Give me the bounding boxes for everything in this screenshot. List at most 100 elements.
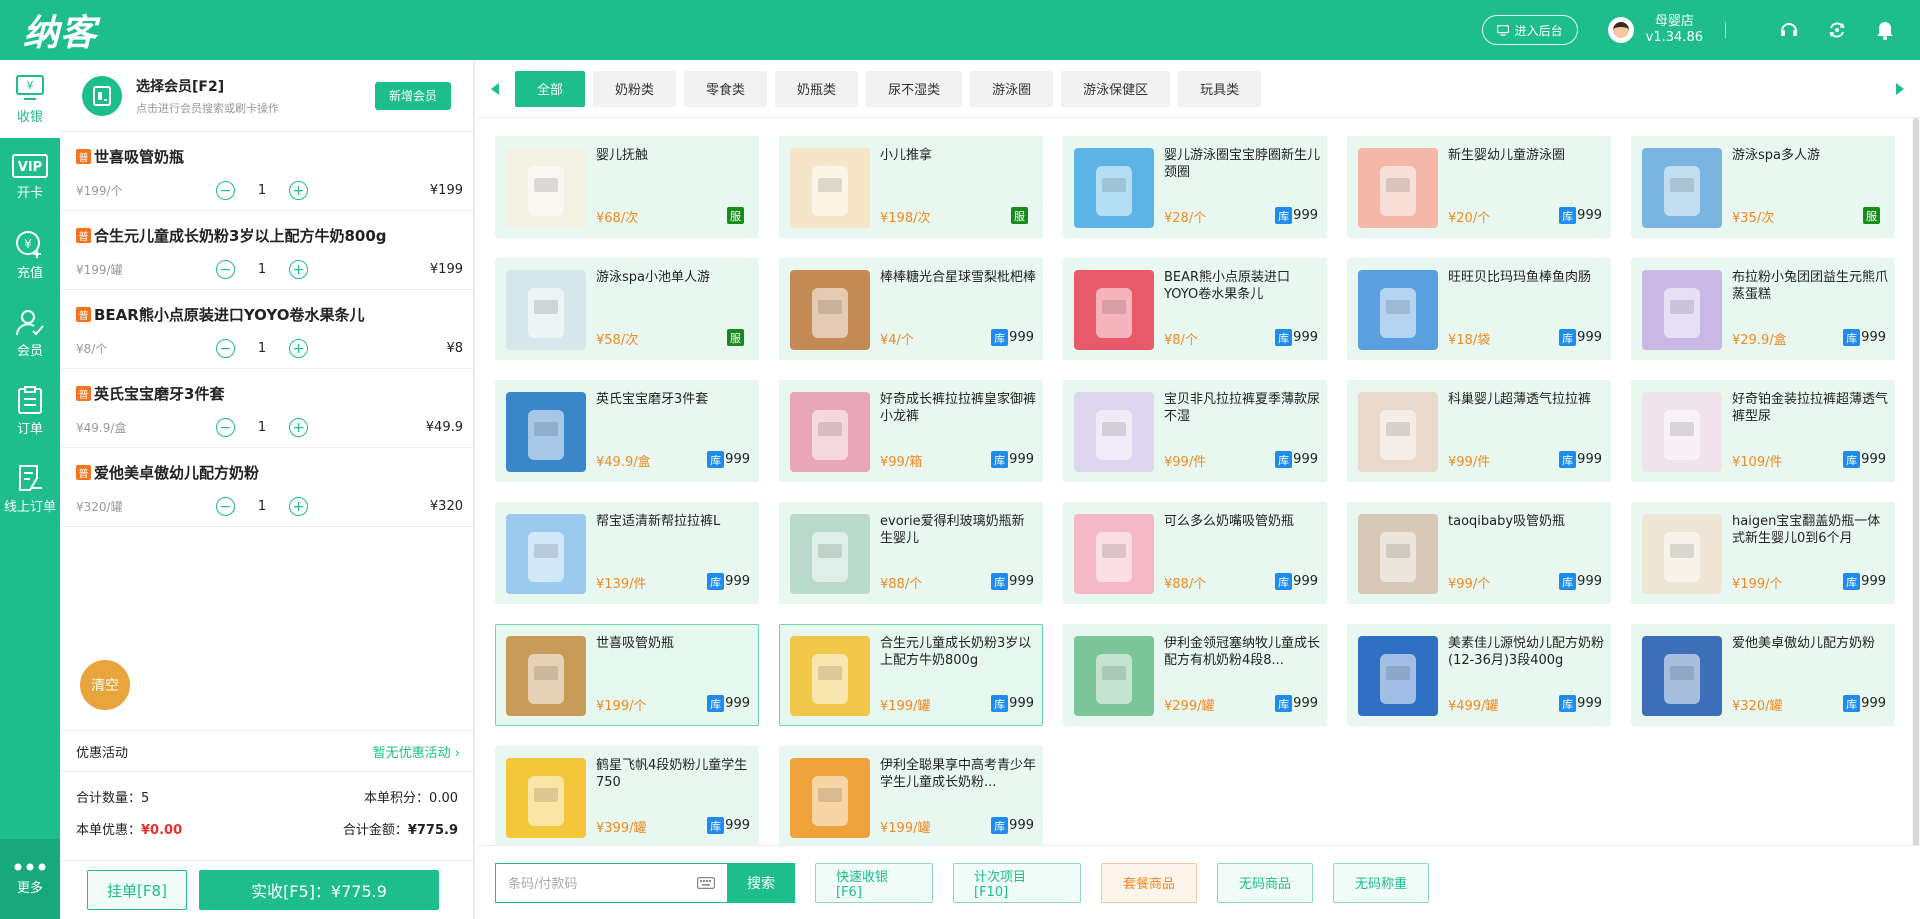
product-card[interactable]: 婴儿抚触 ¥68/次 服 [495, 136, 759, 238]
product-card[interactable]: 棒棒糖光合星球雪梨枇杷棒 ¥4/个 库 999 [779, 258, 1043, 360]
product-card[interactable]: 旺旺贝比玛玛鱼棒鱼肉肠 ¥18/袋 库 999 [1347, 258, 1611, 360]
cart-item[interactable]: 普 合生元儿童成长奶粉3岁以上配方牛奶800g ¥199/罐 − 1 + ¥19… [60, 211, 473, 290]
nav-item-member[interactable]: 会员 [0, 294, 60, 372]
minus-icon[interactable]: − [216, 260, 235, 279]
product-card[interactable]: 鹤星飞帆4段奶粉儿童学生750 ¥399/罐 库 999 [495, 746, 759, 848]
product-card[interactable]: taoqibaby吸管奶瓶 ¥99/个 库 999 [1347, 502, 1611, 604]
clear-cart-button[interactable]: 清空 [80, 660, 130, 710]
cart-item-qty[interactable]: 1 [235, 341, 289, 356]
product-card[interactable]: 英氏宝宝磨牙3件套 ¥49.9/盒 库 999 [495, 380, 759, 482]
nav-item-open-card[interactable]: VIP 开卡 [0, 138, 60, 216]
search-button[interactable]: 搜索 [727, 862, 795, 903]
cart-item-qty[interactable]: 1 [235, 183, 289, 198]
product-image [506, 758, 586, 838]
category-tab[interactable]: 零食类 [684, 70, 768, 107]
cart-item-qty[interactable]: 1 [235, 499, 289, 514]
product-card[interactable]: evorie爱得利玻璃奶瓶新生婴儿 ¥88/个 库 999 [779, 502, 1043, 604]
product-card[interactable]: 婴儿游泳圈宝宝脖圈新生儿颈圈 ¥28/个 库 999 [1063, 136, 1327, 238]
nav-item-orders[interactable]: 订单 [0, 372, 60, 450]
total-amount: ¥775.9 [407, 822, 458, 838]
product-card[interactable]: BEAR熊小点原装进口YOYO卷水果条儿 ¥8/个 库 999 [1063, 258, 1327, 360]
product-image [1358, 148, 1438, 228]
product-card[interactable]: 布拉粉小兔团团益生元熊爪蒸蛋糕 ¥29.9/盒 库 999 [1631, 258, 1895, 360]
cart-item[interactable]: 普 英氏宝宝磨牙3件套 ¥49.9/盒 − 1 + ¥49.9 [60, 369, 473, 448]
stock-count: 999 [1293, 574, 1318, 589]
plus-icon[interactable]: + [289, 497, 308, 516]
minus-icon[interactable]: − [216, 339, 235, 358]
product-card[interactable]: haigen宝宝翻盖奶瓶一体式新生婴儿0到6个月 ¥199/个 库 999 [1631, 502, 1895, 604]
product-price: ¥99/件 [1164, 455, 1207, 470]
plus-icon[interactable]: + [289, 418, 308, 437]
member-selector[interactable]: 选择会员[F2] 点击进行会员搜索或刷卡操作 新增会员 [60, 60, 473, 132]
category-tab[interactable]: 奶瓶类 [775, 70, 859, 107]
package-goods-button[interactable]: 套餐商品 [1101, 862, 1197, 903]
stock-badge: 库 999 [1559, 451, 1602, 468]
product-card[interactable]: 合生元儿童成长奶粉3岁以上配方牛奶800g ¥199/罐 库 999 [779, 624, 1043, 726]
sync-icon[interactable] [1826, 19, 1848, 41]
product-card[interactable]: 好奇成长裤拉拉裤皇家御裤小龙裤 ¥99/箱 库 999 [779, 380, 1043, 482]
product-card[interactable]: 伊利金领冠塞纳牧儿童成长配方有机奶粉4段8... ¥299/罐 库 999 [1063, 624, 1327, 726]
quick-checkout-button[interactable]: 快速收银[F6] [815, 862, 933, 903]
service-badge: 服 [1011, 207, 1028, 224]
headset-icon[interactable] [1778, 19, 1800, 41]
cart-item-qty[interactable]: 1 [235, 262, 289, 277]
checkout-button[interactable]: 实收[F5]：¥775.9 [199, 870, 439, 910]
product-card[interactable]: 伊利全聪果享中高考青少年学生儿童成长奶粉... ¥199/罐 库 999 [779, 746, 1043, 848]
category-tab[interactable]: 游泳圈 [970, 70, 1054, 107]
shop-info[interactable]: 母婴店 v1.34.86 [1646, 14, 1703, 46]
no-code-weigh-button[interactable]: 无码称重 [1333, 862, 1429, 903]
product-scrollbar[interactable] [1912, 118, 1920, 848]
plus-icon[interactable]: + [289, 181, 308, 200]
plus-icon[interactable]: + [289, 339, 308, 358]
minus-icon[interactable]: − [216, 181, 235, 200]
stock-count: 999 [725, 452, 750, 467]
product-card[interactable]: 世喜吸管奶瓶 ¥199/个 库 999 [495, 624, 759, 726]
product-price: ¥35/次 [1732, 211, 1775, 226]
category-tab[interactable]: 玩具类 [1178, 70, 1262, 107]
minus-icon[interactable]: − [216, 418, 235, 437]
cart-item-qty[interactable]: 1 [235, 420, 289, 435]
promo-row[interactable]: 优惠活动 暂无优惠活动 › [60, 730, 474, 772]
minus-icon[interactable]: − [216, 497, 235, 516]
product-card[interactable]: 新生婴幼儿童游泳圈 ¥20/个 库 999 [1347, 136, 1611, 238]
product-card[interactable]: 小儿推拿 ¥198/次 服 [779, 136, 1043, 238]
category-tab[interactable]: 奶粉类 [593, 70, 677, 107]
stock-badge: 库 999 [1275, 573, 1318, 590]
cart-item[interactable]: 普 BEAR熊小点原装进口YOYO卷水果条儿 ¥8/个 − 1 + ¥8 [60, 290, 473, 369]
product-card[interactable]: 美素佳儿源悦幼儿配方奶粉(12-36月)3段400g ¥499/罐 库 999 [1347, 624, 1611, 726]
nav-item-cashier[interactable]: ¥ 收银 [0, 60, 60, 138]
product-card[interactable]: 可么多么奶嘴吸管奶瓶 ¥88/个 库 999 [1063, 502, 1327, 604]
barcode-input[interactable]: 条码/付款码 [495, 862, 727, 903]
keyboard-icon[interactable] [697, 876, 715, 889]
plus-icon[interactable]: + [289, 260, 308, 279]
promo-value[interactable]: 暂无优惠活动 › [373, 742, 460, 761]
category-tab[interactable]: 游泳保健区 [1061, 70, 1171, 107]
enter-backend-button[interactable]: 进入后台 [1481, 15, 1578, 45]
avatar[interactable] [1607, 17, 1634, 43]
cart-item[interactable]: 普 爱他美卓傲幼儿配方奶粉 ¥320/罐 − 1 + ¥320 [60, 448, 473, 527]
cart-item-name: 合生元儿童成长奶粉3岁以上配方牛奶800g [94, 227, 387, 245]
product-card[interactable]: 帮宝适清新帮拉拉裤L ¥139/件 库 999 [495, 502, 759, 604]
category-tab[interactable]: 尿不湿类 [866, 70, 963, 107]
count-items-button[interactable]: 计次项目[F10] [953, 862, 1081, 903]
nav-more[interactable]: 更多 [0, 839, 60, 919]
arrow-left-icon[interactable] [491, 82, 499, 95]
bell-icon[interactable] [1874, 19, 1896, 41]
cart-item[interactable]: 普 世喜吸管奶瓶 ¥199/个 − 1 + ¥199 [60, 132, 473, 211]
nav-item-recharge[interactable]: ¥ 充值 [0, 216, 60, 294]
product-card[interactable]: 游泳spa小池单人游 ¥58/次 服 [495, 258, 759, 360]
product-card[interactable]: 宝贝非凡拉拉裤夏季薄款尿不湿 ¥99/件 库 999 [1063, 380, 1327, 482]
product-card[interactable]: 爱他美卓傲幼儿配方奶粉 ¥320/罐 库 999 [1631, 624, 1895, 726]
arrow-right-icon[interactable] [1896, 83, 1904, 95]
product-card[interactable]: 好奇铂金装拉拉裤超薄透气裤型尿 ¥109/件 库 999 [1631, 380, 1895, 482]
product-card[interactable]: 科巢婴儿超薄透气拉拉裤 ¥99/件 库 999 [1347, 380, 1611, 482]
hold-order-button[interactable]: 挂单[F8] [87, 870, 187, 910]
product-card[interactable]: 游泳spa多人游 ¥35/次 服 [1631, 136, 1895, 238]
points-value: 0.00 [429, 790, 458, 806]
category-tab[interactable]: 全部 [515, 70, 586, 107]
product-price: ¥199/个 [596, 699, 647, 714]
action-bar: 条码/付款码 搜索 快速收银[F6] 计次项目[F10] 套餐商品 无码商品 无… [475, 845, 1920, 919]
nav-item-online-orders[interactable]: 线上订单 [0, 450, 60, 528]
no-code-goods-button[interactable]: 无码商品 [1217, 862, 1313, 903]
new-member-button[interactable]: 新增会员 [375, 81, 451, 110]
